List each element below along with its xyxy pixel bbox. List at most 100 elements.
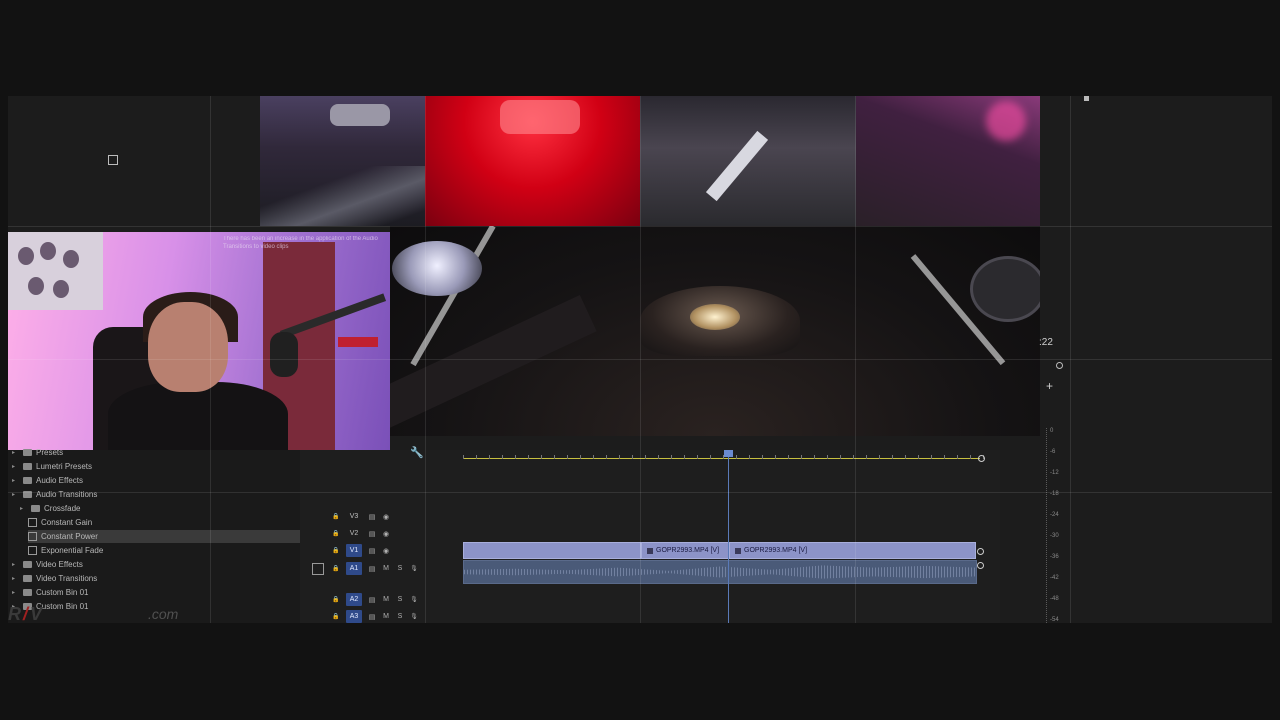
sync-lock-icon[interactable]: ▤ <box>368 513 376 521</box>
ruler-tick <box>892 455 893 459</box>
ruler-tick <box>749 455 750 459</box>
voiceover-record-icon[interactable]: 🎙 <box>410 565 418 572</box>
track-a2[interactable]: 🔒 A2 ▤ M S 🎙 <box>300 591 1000 608</box>
track-header: 🔒 A1 ▤ M S 🎙 <box>332 560 432 577</box>
solo-button[interactable]: S <box>396 613 404 620</box>
ruler-tick <box>957 455 958 459</box>
chevron-right-icon[interactable]: ▸ <box>12 463 19 470</box>
ruler-tick <box>840 455 841 459</box>
tree-item[interactable]: ▸ Audio Transitions <box>12 488 97 501</box>
tree-item[interactable]: ▸ Video Effects <box>12 558 83 571</box>
circle-icon[interactable] <box>1056 362 1063 369</box>
lock-icon[interactable]: 🔒 <box>332 613 340 620</box>
tree-item[interactable]: ▸ Audio Effects <box>12 474 83 487</box>
eye-icon[interactable]: ◉ <box>382 530 390 538</box>
ruler-tick <box>788 455 789 459</box>
effect-icon <box>28 532 37 541</box>
video-clip[interactable] <box>463 542 641 559</box>
eye-icon[interactable]: ◉ <box>382 513 390 521</box>
video-clip[interactable]: GOPR2993.MP4 [V] <box>641 542 729 559</box>
lock-icon[interactable]: 🔒 <box>332 530 340 537</box>
pin-icon[interactable] <box>1084 96 1089 101</box>
track-name[interactable]: V2 <box>346 527 362 540</box>
sync-lock-icon[interactable]: ▤ <box>368 596 376 604</box>
tree-item-label: Video Effects <box>36 560 83 569</box>
ruler-tick <box>853 455 854 459</box>
time-ruler[interactable] <box>463 455 984 459</box>
meter-label: -24 <box>1050 512 1059 518</box>
ruler-tick <box>645 455 646 459</box>
chevron-right-icon[interactable]: ▸ <box>20 505 27 512</box>
chevron-right-icon[interactable]: ▸ <box>12 477 19 484</box>
ruler-end-marker <box>978 455 985 462</box>
clip-label: GOPR2993.MP4 [V] <box>744 547 808 554</box>
source-patch-box[interactable] <box>312 563 324 575</box>
tree-item[interactable]: Constant Power <box>28 530 308 543</box>
lock-icon[interactable]: 🔒 <box>332 513 340 520</box>
tree-item-label: Custom Bin 01 <box>36 588 89 597</box>
mute-button[interactable]: M <box>382 613 390 620</box>
track-name[interactable]: V1 <box>346 544 362 557</box>
track-v3[interactable]: 🔒 V3 ▤ ◉ <box>300 508 1000 525</box>
solo-button[interactable]: S <box>396 565 404 572</box>
folder-icon <box>23 561 32 568</box>
folder-icon <box>31 505 40 512</box>
lock-icon[interactable]: 🔒 <box>332 596 340 603</box>
tree-item[interactable]: Constant Gain <box>28 516 92 529</box>
audio-clip[interactable] <box>463 560 977 584</box>
tree-item[interactable]: ▸ Custom Bin 01 <box>12 586 88 599</box>
track-a3[interactable]: 🔒 A3 ▤ M S 🎙 <box>300 608 1000 623</box>
microphone-icon <box>270 332 298 377</box>
chevron-right-icon[interactable]: ▸ <box>12 589 19 596</box>
track-a1[interactable]: 🔒 A1 ▤ M S 🎙 <box>300 560 1000 584</box>
chevron-right-icon[interactable]: ▸ <box>12 575 19 582</box>
sync-lock-icon[interactable]: ▤ <box>368 565 376 573</box>
sync-lock-icon[interactable]: ▤ <box>368 613 376 621</box>
ruler-tick <box>489 455 490 459</box>
voiceover-record-icon[interactable]: 🎙 <box>410 596 418 603</box>
video-clip[interactable]: GOPR2993.MP4 [V] <box>729 542 976 559</box>
voiceover-record-icon[interactable]: 🎙 <box>410 613 418 620</box>
tree-item[interactable]: ▸ Lumetri Presets <box>12 460 92 473</box>
chevron-right-icon[interactable]: ▸ <box>12 561 19 568</box>
meter-label: -48 <box>1050 596 1059 602</box>
solo-button[interactable]: S <box>396 596 404 603</box>
eye-icon[interactable]: ◉ <box>382 547 390 555</box>
lock-icon[interactable]: 🔒 <box>332 547 340 554</box>
lock-icon[interactable]: 🔒 <box>332 565 340 572</box>
checkbox-icon[interactable] <box>108 155 118 165</box>
add-icon[interactable]: + <box>1046 379 1053 393</box>
ruler-tick <box>606 455 607 459</box>
ruler-tick <box>827 455 828 459</box>
wrench-icon[interactable]: 🔧 <box>410 446 424 459</box>
tree-item[interactable]: ▸ Crossfade <box>20 502 80 515</box>
fx-badge-icon <box>647 547 653 554</box>
tree-item-label: Presets <box>36 448 64 457</box>
tree-item[interactable]: ▸ Presets <box>12 446 63 459</box>
track-name[interactable]: A2 <box>346 593 362 606</box>
program-monitor-motorcycle <box>390 226 1040 436</box>
video-tile-red <box>425 96 640 226</box>
ruler-tick <box>944 455 945 459</box>
sync-lock-icon[interactable]: ▤ <box>368 547 376 555</box>
track-name[interactable]: A3 <box>346 610 362 623</box>
timeline-panel[interactable]: 🔧 🔒 V3 ▤ ◉ 🔒 V2 ▤ ◉ 🔒 V1 ▤ ◉ GOPR2993.MP4 [V] GOPR299… <box>300 447 1000 623</box>
mute-button[interactable]: M <box>382 565 390 572</box>
track-v1[interactable]: 🔒 V1 ▤ ◉ GOPR2993.MP4 [V] GOPR2993.MP4 [V] <box>300 542 1000 559</box>
playhead[interactable] <box>724 450 733 623</box>
tree-item[interactable]: ▸ Video Transitions <box>12 572 97 585</box>
video-tile-neon <box>856 96 1040 226</box>
track-name[interactable]: V3 <box>346 510 362 523</box>
meter-label: -42 <box>1050 575 1059 581</box>
track-v2[interactable]: 🔒 V2 ▤ ◉ <box>300 525 1000 542</box>
effect-icon <box>28 518 37 527</box>
track-name[interactable]: A1 <box>346 562 362 575</box>
sync-lock-icon[interactable]: ▤ <box>368 530 376 538</box>
chevron-right-icon[interactable]: ▸ <box>12 449 19 456</box>
tree-item[interactable]: Exponential Fade <box>28 544 103 557</box>
mute-button[interactable]: M <box>382 596 390 603</box>
folder-icon <box>23 575 32 582</box>
video-tile-street <box>260 96 425 226</box>
folder-icon <box>23 477 32 484</box>
audio-meter: 0 -6 -12 -18 -24 -30 -36 -42 -48 -54 <box>1046 428 1076 623</box>
